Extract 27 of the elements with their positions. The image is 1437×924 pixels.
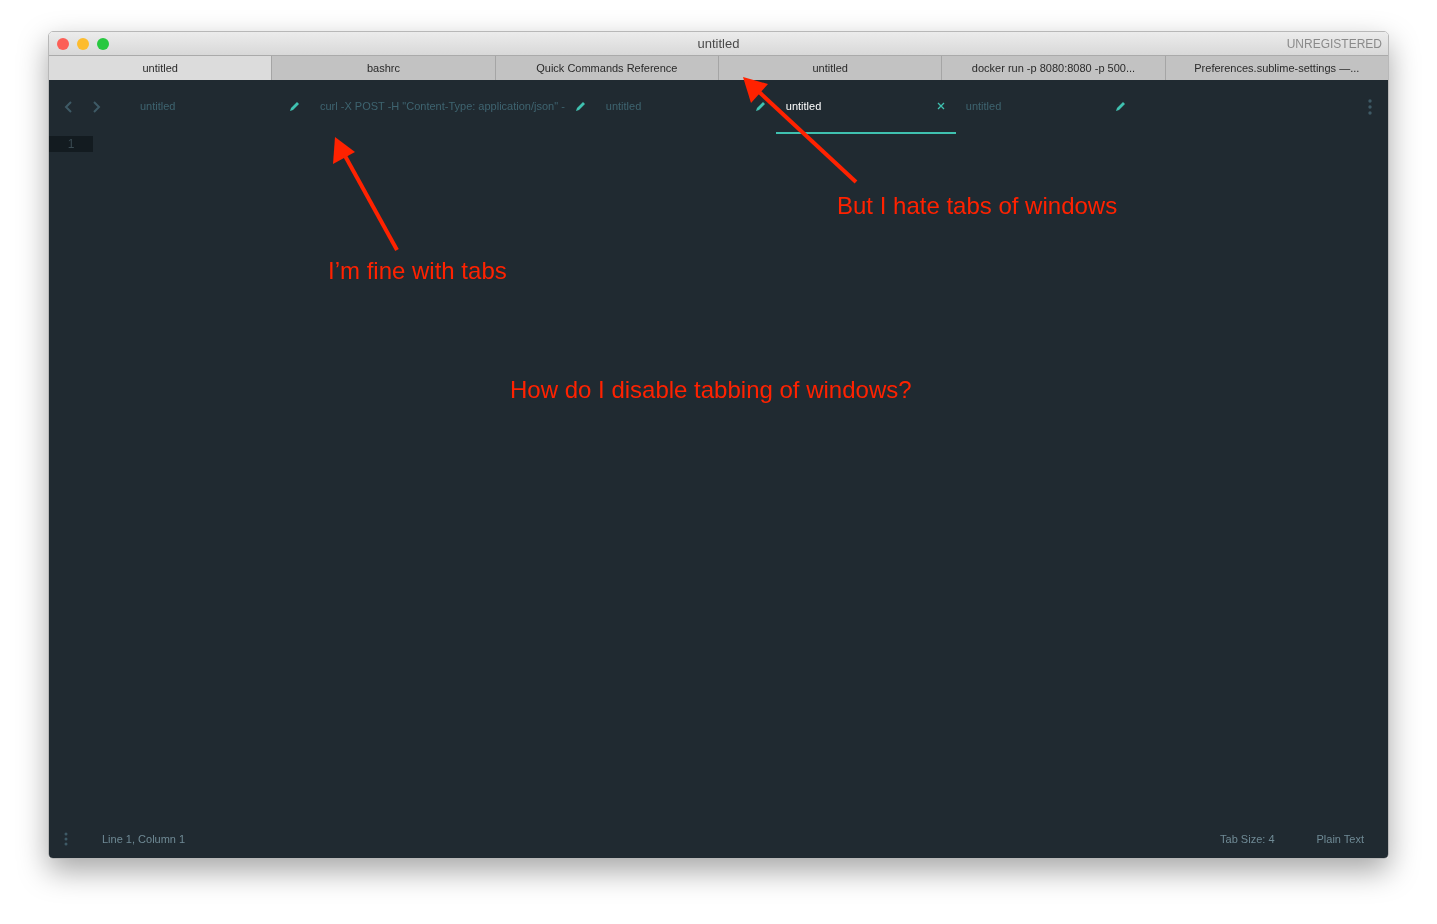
back-icon[interactable] [63,100,75,114]
more-icon[interactable] [64,832,68,846]
annotation-text: I’m fine with tabs [328,257,507,285]
pencil-icon [1114,100,1126,112]
window-tab[interactable]: bashrc [271,56,495,80]
window-tab[interactable]: Quick Commands Reference [494,56,718,80]
window-tab[interactable]: untitled [718,56,942,80]
close-button[interactable] [57,37,69,50]
close-icon[interactable] [935,101,946,111]
zoom-button[interactable] [97,37,109,50]
window-tab[interactable]: Preferences.sublime-settings —... [1164,56,1388,80]
pencil-icon [289,100,300,112]
unregistered-label: UNREGISTERED [1286,36,1382,51]
cursor-position: Line 1, Column 1 [102,833,186,845]
window-tab[interactable]: docker run -p 8080:8080 -p 500... [941,56,1165,80]
minimize-button[interactable] [77,37,89,50]
syntax-label[interactable]: Plain Text [1316,833,1364,845]
window-tab[interactable]: untitled [49,56,272,80]
pencil-icon [574,100,586,112]
window-title: untitled [697,36,740,51]
annotation-text: How do I disable tabbing of windows? [510,376,912,404]
editor-tab[interactable]: untitled [775,80,956,134]
annotation-text: But I hate tabs of windows [837,192,1118,220]
forward-icon[interactable] [90,100,102,114]
pencil-icon [754,100,766,112]
tab-size[interactable]: Tab Size: 4 [1220,833,1275,845]
more-icon[interactable] [1368,99,1372,115]
